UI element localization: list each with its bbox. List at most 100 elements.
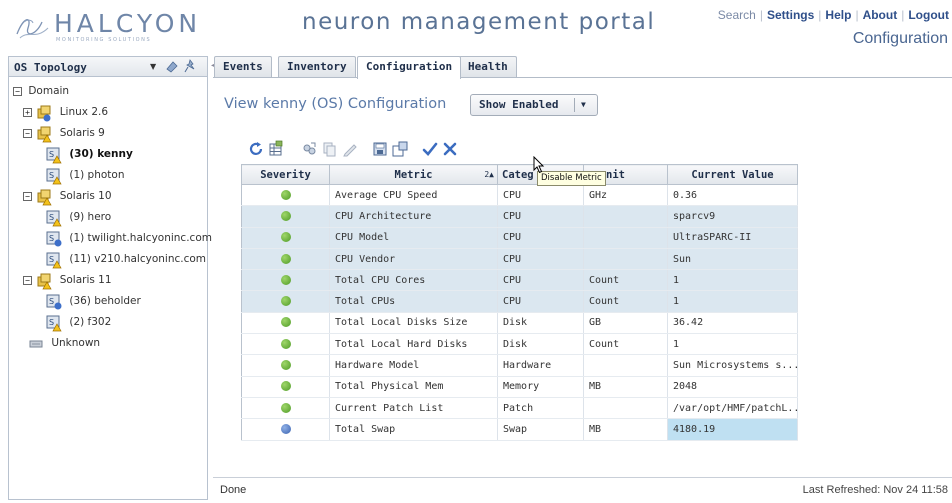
category-cell[interactable]: CPU	[497, 269, 584, 292]
add-rule-icon[interactable]	[391, 140, 409, 158]
tree-node-solaris-10[interactable]: − Solaris 10	[9, 186, 207, 207]
refresh-icon[interactable]	[247, 140, 265, 158]
unit-cell[interactable]: GHz	[583, 184, 668, 207]
tree-node-unknown[interactable]: Unknown	[9, 333, 207, 354]
category-cell[interactable]: CPU	[497, 227, 584, 249]
table-row[interactable]: CPU Model CPU UltraSPARC-II	[241, 227, 798, 249]
value-cell[interactable]: /var/opt/HMF/patchL...	[667, 397, 798, 420]
about-link[interactable]: About	[863, 8, 898, 22]
severity-cell[interactable]	[241, 184, 330, 207]
severity-cell[interactable]	[241, 227, 330, 249]
table-row[interactable]: Average CPU Speed CPU GHz 0.36	[241, 184, 798, 207]
severity-cell[interactable]	[241, 205, 330, 228]
tree-node-twilight[interactable]: S (1) twilight.halcyoninc.com	[9, 228, 212, 249]
category-cell[interactable]: CPU	[497, 184, 584, 207]
value-cell[interactable]: 2048	[667, 376, 798, 398]
severity-cell[interactable]	[241, 312, 330, 335]
column-header-metric[interactable]: Metric 2▲	[329, 164, 498, 185]
severity-cell[interactable]	[241, 376, 330, 398]
value-cell[interactable]: 1	[667, 333, 798, 356]
show-filter-select[interactable]: Show Enabled ▼	[470, 94, 598, 116]
metric-cell[interactable]: Average CPU Speed	[329, 184, 498, 207]
save-icon[interactable]	[371, 140, 389, 158]
table-row[interactable]: Total Swap Swap MB 4180.19	[241, 418, 798, 441]
pin-icon[interactable]	[183, 59, 197, 73]
tab-events[interactable]: Events	[214, 56, 272, 78]
unit-cell[interactable]	[583, 227, 668, 249]
metric-cell[interactable]: Total Local Disks Size	[329, 312, 498, 335]
metric-cell[interactable]: CPU Vendor	[329, 248, 498, 271]
category-cell[interactable]: CPU	[497, 248, 584, 271]
category-cell[interactable]: Hardware	[497, 354, 584, 377]
severity-cell[interactable]	[241, 333, 330, 356]
collapse-icon[interactable]: −	[23, 276, 32, 285]
tree-node-solaris-11[interactable]: − Solaris 11	[9, 270, 207, 291]
edit-icon[interactable]	[341, 140, 359, 158]
table-row[interactable]: Current Patch List Patch/var/opt/HMF/patc…	[241, 397, 798, 420]
threshold-settings-icon[interactable]	[301, 140, 319, 158]
table-row[interactable]: Total Physical Mem Memory MB 2048	[241, 376, 798, 398]
halcyon-logo[interactable]: HALCYON MONITORING SOLUTIONS	[14, 8, 197, 48]
tree-node-v210[interactable]: S (11) v210.halcyoninc.com	[9, 249, 207, 270]
disable-metric-icon[interactable]	[441, 140, 459, 158]
chevron-down-icon[interactable]: ▼	[581, 100, 586, 109]
category-cell[interactable]: Disk	[497, 312, 584, 335]
value-cell[interactable]: 36.42	[667, 312, 798, 335]
unit-cell[interactable]: Count	[583, 333, 668, 356]
table-row[interactable]: Total Local Hard Disks Disk Count 1	[241, 333, 798, 356]
unit-cell[interactable]	[583, 354, 668, 377]
search-link[interactable]: Search	[718, 8, 756, 22]
settings-link[interactable]: Settings	[767, 8, 814, 22]
tab-health[interactable]: Health	[459, 56, 517, 78]
table-row[interactable]: CPU Architecture CPU sparcv9	[241, 205, 798, 228]
table-row[interactable]: Hardware Model Hardware Sun Microsystems s…	[241, 354, 798, 377]
unit-cell[interactable]: Count	[583, 290, 668, 313]
column-header-severity[interactable]: Severity	[241, 164, 330, 185]
severity-cell[interactable]	[241, 354, 330, 377]
category-cell[interactable]: CPU	[497, 205, 584, 228]
unit-cell[interactable]: Count	[583, 269, 668, 292]
value-cell[interactable]: 1	[667, 290, 798, 313]
severity-cell[interactable]	[241, 418, 330, 441]
tree-node-photon[interactable]: S (1) photon	[9, 165, 207, 186]
tree-node-solaris-9[interactable]: − Solaris 9	[9, 123, 207, 144]
metric-cell[interactable]: Hardware Model	[329, 354, 498, 377]
export-grid-icon[interactable]	[267, 140, 285, 158]
value-cell[interactable]: 4180.19	[667, 418, 798, 441]
table-row[interactable]: Total CPU Cores CPU Count 1	[241, 269, 798, 292]
eraser-icon[interactable]	[165, 59, 179, 73]
value-cell[interactable]: sparcv9	[667, 205, 798, 228]
unit-cell[interactable]	[583, 397, 668, 420]
table-row[interactable]: CPU Vendor CPU Sun	[241, 248, 798, 271]
logout-link[interactable]: Logout	[908, 8, 949, 22]
value-cell[interactable]: Sun Microsystems s...	[667, 354, 798, 377]
value-cell[interactable]: Sun	[667, 248, 798, 271]
collapse-icon[interactable]: −	[23, 192, 32, 201]
value-cell[interactable]: 1	[667, 269, 798, 292]
tree-node-hero[interactable]: S (9) hero	[9, 207, 207, 228]
tree-node-linux[interactable]: + Linux 2.6	[9, 102, 207, 123]
category-cell[interactable]: Disk	[497, 333, 584, 356]
metric-cell[interactable]: CPU Model	[329, 227, 498, 249]
topology-select[interactable]: OS Topology	[14, 61, 87, 74]
severity-cell[interactable]	[241, 397, 330, 420]
tree-node-kenny[interactable]: S (30) kenny	[9, 144, 207, 165]
category-cell[interactable]: Memory	[497, 376, 584, 398]
chevron-down-icon[interactable]: ▼	[150, 62, 156, 71]
tab-configuration[interactable]: Configuration	[357, 56, 462, 79]
severity-cell[interactable]	[241, 290, 330, 313]
category-cell[interactable]: Patch	[497, 397, 584, 420]
severity-cell[interactable]	[241, 269, 330, 292]
value-cell[interactable]: UltraSPARC-II	[667, 227, 798, 249]
unit-cell[interactable]	[583, 248, 668, 271]
collapse-icon[interactable]: −	[13, 87, 22, 96]
metric-cell[interactable]: Total Local Hard Disks	[329, 333, 498, 356]
unit-cell[interactable]	[583, 205, 668, 228]
column-header-current-value[interactable]: Current Value	[667, 164, 798, 185]
help-link[interactable]: Help	[825, 8, 851, 22]
severity-cell[interactable]	[241, 248, 330, 271]
expand-icon[interactable]: +	[23, 108, 32, 117]
metric-cell[interactable]: Total Swap	[329, 418, 498, 441]
table-row[interactable]: Total CPUs CPU Count 1	[241, 290, 798, 313]
copy-icon[interactable]	[321, 140, 339, 158]
